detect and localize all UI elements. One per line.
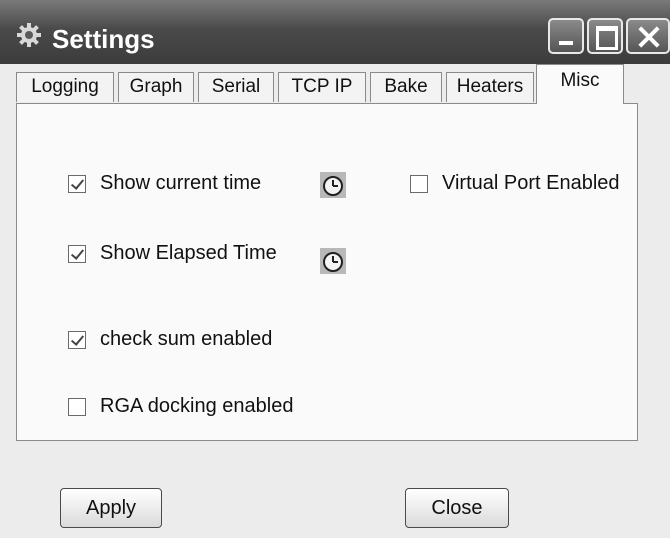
tab-serial[interactable]: Serial: [198, 72, 274, 102]
apply-button[interactable]: Apply: [60, 488, 162, 528]
tab-graph[interactable]: Graph: [118, 72, 194, 102]
rga-docking-checkbox[interactable]: RGA docking enabled: [68, 395, 293, 418]
tab-bake[interactable]: Bake: [370, 72, 442, 102]
checkbox-box[interactable]: [68, 174, 86, 193]
minimize-button[interactable]: [548, 18, 584, 54]
show-current-time-checkbox[interactable]: Show current time: [68, 172, 261, 195]
checkbox-box[interactable]: [68, 330, 86, 349]
check-sum-label: check sum enabled: [100, 328, 273, 350]
check-sum-checkbox[interactable]: check sum enabled: [68, 328, 272, 351]
checkbox-box[interactable]: [68, 244, 86, 263]
tab-tcp-ip[interactable]: TCP IP: [278, 72, 366, 102]
tab-logging[interactable]: Logging: [16, 72, 114, 102]
show-elapsed-time-label: Show Elapsed Time: [100, 242, 277, 264]
clock-icon[interactable]: [320, 172, 346, 198]
tab-heaters[interactable]: Heaters: [446, 72, 534, 102]
checkbox-box[interactable]: [68, 397, 86, 416]
checkbox-box[interactable]: [410, 174, 428, 193]
close-button[interactable]: Close: [405, 488, 509, 528]
tab-misc[interactable]: Misc: [536, 64, 624, 104]
rga-docking-label: RGA docking enabled: [100, 395, 294, 417]
gear-icon: [17, 23, 41, 47]
show-current-time-label: Show current time: [100, 172, 262, 194]
maximize-button[interactable]: [587, 18, 623, 54]
window-title: Settings: [52, 24, 155, 54]
virtual-port-label: Virtual Port Enabled: [442, 172, 620, 194]
title-bar[interactable]: Settings: [0, 0, 670, 64]
show-elapsed-time-checkbox[interactable]: Show Elapsed Time: [68, 242, 277, 265]
clock-icon[interactable]: [320, 248, 346, 274]
virtual-port-checkbox[interactable]: Virtual Port Enabled: [410, 172, 620, 195]
close-window-button[interactable]: [626, 18, 670, 54]
